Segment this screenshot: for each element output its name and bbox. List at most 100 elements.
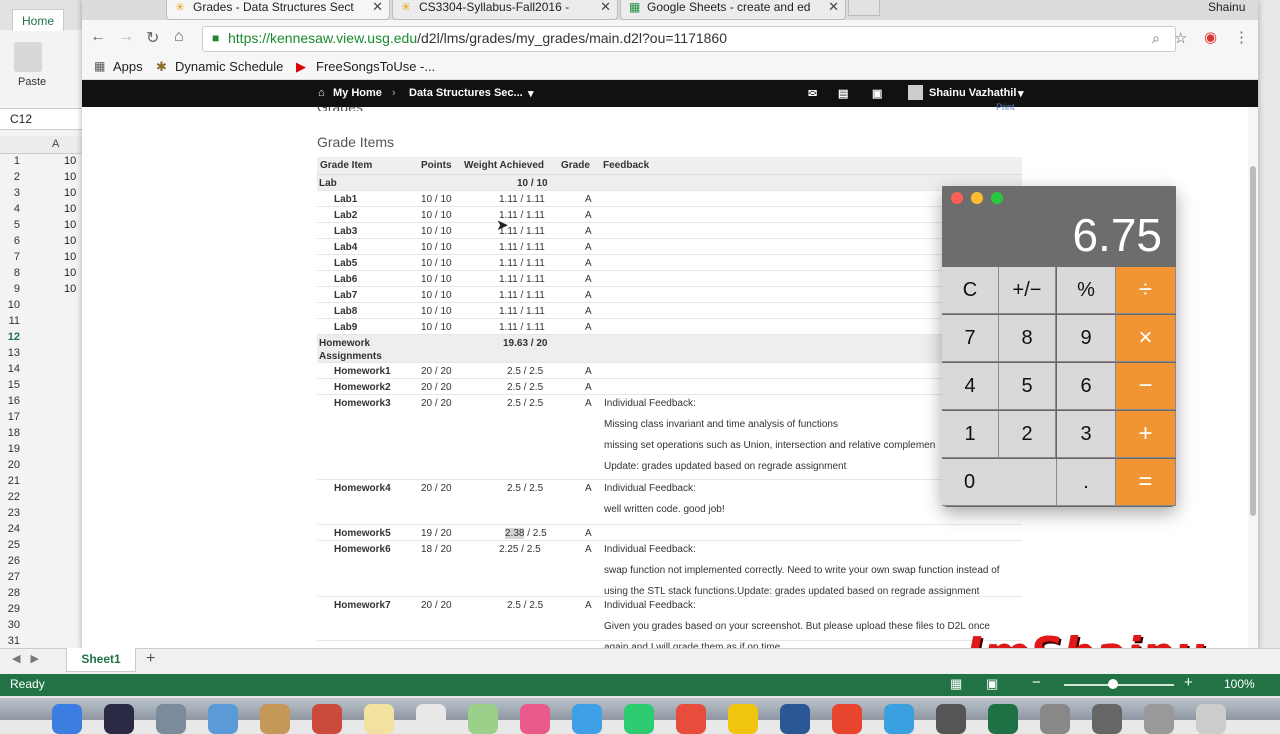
cell[interactable]: 10	[64, 203, 76, 219]
dock-app-icon[interactable]	[780, 704, 810, 734]
avatar[interactable]	[908, 85, 923, 100]
calc-key[interactable]: 6	[1057, 363, 1116, 410]
row-number[interactable]: 20	[0, 459, 22, 475]
profile-name[interactable]: Shainu	[1208, 0, 1245, 14]
row-number[interactable]: 6	[0, 235, 22, 251]
calc-key[interactable]: 9	[1057, 315, 1116, 362]
dock-app-icon[interactable]	[884, 704, 914, 734]
calc-key[interactable]: −	[1116, 363, 1176, 410]
tab-google-sheets[interactable]: ▦ Google Sheets - create and ed ✕	[620, 0, 846, 20]
calc-key[interactable]: +	[1116, 411, 1176, 458]
cell[interactable]: 10	[64, 235, 76, 251]
calc-key[interactable]: 5	[999, 363, 1056, 410]
row-number[interactable]: 12	[0, 331, 22, 347]
cell[interactable]: 10	[64, 219, 76, 235]
row-number[interactable]: 2	[0, 171, 22, 187]
row-number[interactable]: 25	[0, 539, 22, 555]
page-layout-icon[interactable]: ▣	[986, 676, 998, 692]
bookmark-freesongs[interactable]: FreeSongsToUse -...	[316, 59, 435, 74]
name-box[interactable]: C12	[0, 108, 82, 130]
calc-key[interactable]: 1	[942, 411, 999, 458]
row-number[interactable]: 4	[0, 203, 22, 219]
dock-app-icon[interactable]	[1196, 704, 1226, 734]
zoom-icon[interactable]: ⌕	[1152, 30, 1160, 47]
zoom-in-button[interactable]: +	[1184, 674, 1193, 691]
calc-key[interactable]: +/−	[999, 267, 1056, 314]
row-number[interactable]: 1	[0, 155, 22, 171]
dock-app-icon[interactable]	[1144, 704, 1174, 734]
dock-app-icon[interactable]	[988, 704, 1018, 734]
row-number[interactable]: 16	[0, 395, 22, 411]
cell[interactable]: 10	[64, 155, 76, 171]
dock-app-icon[interactable]	[728, 704, 758, 734]
zoom-out-button[interactable]: −	[1032, 674, 1041, 691]
calc-key[interactable]: C	[942, 267, 999, 314]
normal-view-icon[interactable]: ▦	[950, 676, 962, 692]
tab-syllabus[interactable]: ✳ CS3304-Syllabus-Fall2016 - ✕	[392, 0, 618, 20]
dock-app-icon[interactable]	[624, 704, 654, 734]
close-icon[interactable]: ✕	[828, 0, 839, 14]
sheet-tab[interactable]: Sheet1	[66, 648, 136, 672]
calc-key[interactable]: 4	[942, 363, 999, 410]
row-number[interactable]: 27	[0, 571, 22, 587]
calc-key[interactable]: .	[1057, 459, 1116, 506]
dock-app-icon[interactable]	[832, 704, 862, 734]
row-number[interactable]: 13	[0, 347, 22, 363]
row-number[interactable]: 7	[0, 251, 22, 267]
dock-app-icon[interactable]	[1040, 704, 1070, 734]
close-icon[interactable]: ✕	[600, 0, 611, 14]
row-number[interactable]: 3	[0, 187, 22, 203]
home-icon[interactable]: ⌂	[174, 28, 184, 46]
dock-app-icon[interactable]	[468, 704, 498, 734]
excel-home-tab[interactable]: Home	[12, 9, 64, 31]
row-number[interactable]: 22	[0, 491, 22, 507]
sheet-nav-arrows[interactable]: ◀▶	[12, 652, 49, 665]
row-number[interactable]: 5	[0, 219, 22, 235]
close-icon[interactable]: ✕	[372, 0, 383, 14]
row-number[interactable]: 10	[0, 299, 22, 315]
zoom-slider[interactable]	[1064, 684, 1174, 686]
dock-app-icon[interactable]	[156, 704, 186, 734]
calc-key[interactable]: %	[1057, 267, 1116, 314]
add-sheet-button[interactable]: +	[146, 650, 155, 668]
reload-icon[interactable]: ↻	[146, 28, 159, 48]
cell[interactable]: 10	[64, 267, 76, 283]
row-number[interactable]: 26	[0, 555, 22, 571]
menu-icon[interactable]: ⋮	[1234, 28, 1249, 46]
calc-key[interactable]: 2	[999, 411, 1056, 458]
url-text[interactable]: https://kennesaw.view.usg.edu/d2l/lms/gr…	[228, 30, 727, 46]
row-number[interactable]: 15	[0, 379, 22, 395]
close-button[interactable]	[951, 192, 963, 204]
dock-app-icon[interactable]	[52, 704, 82, 734]
minimize-button[interactable]	[971, 192, 983, 204]
dock-app-icon[interactable]	[936, 704, 966, 734]
opera-icon[interactable]: ◉	[1204, 28, 1217, 46]
forward-icon[interactable]: →	[118, 28, 134, 46]
dock-app-icon[interactable]	[208, 704, 238, 734]
dock-app-icon[interactable]	[104, 704, 134, 734]
calc-key[interactable]: ÷	[1116, 267, 1176, 314]
calc-key[interactable]: 7	[942, 315, 999, 362]
scroll-thumb[interactable]	[1250, 166, 1256, 516]
dock-app-icon[interactable]	[520, 704, 550, 734]
dock-app-icon[interactable]	[416, 704, 446, 734]
row-number[interactable]: 19	[0, 443, 22, 459]
row-number[interactable]: 21	[0, 475, 22, 491]
row-number[interactable]: 28	[0, 587, 22, 603]
row-number[interactable]: 11	[0, 315, 22, 331]
calc-key[interactable]: ×	[1116, 315, 1176, 362]
dock-app-icon[interactable]	[260, 704, 290, 734]
row-number[interactable]: 8	[0, 267, 22, 283]
print-link[interactable]: Print	[996, 102, 1015, 112]
user-menu[interactable]: Shainu Vazhathil	[929, 87, 1016, 99]
row-number[interactable]: 14	[0, 363, 22, 379]
calc-key[interactable]: 8	[999, 315, 1056, 362]
dock-app-icon[interactable]	[364, 704, 394, 734]
cell[interactable]: 10	[64, 283, 76, 299]
back-icon[interactable]: ←	[90, 28, 106, 46]
cell[interactable]: 10	[64, 187, 76, 203]
bookmark-apps[interactable]: Apps	[113, 59, 143, 74]
cell[interactable]: 10	[64, 251, 76, 267]
chevron-down-icon[interactable]: ▾	[528, 87, 534, 100]
row-number[interactable]: 9	[0, 283, 22, 299]
